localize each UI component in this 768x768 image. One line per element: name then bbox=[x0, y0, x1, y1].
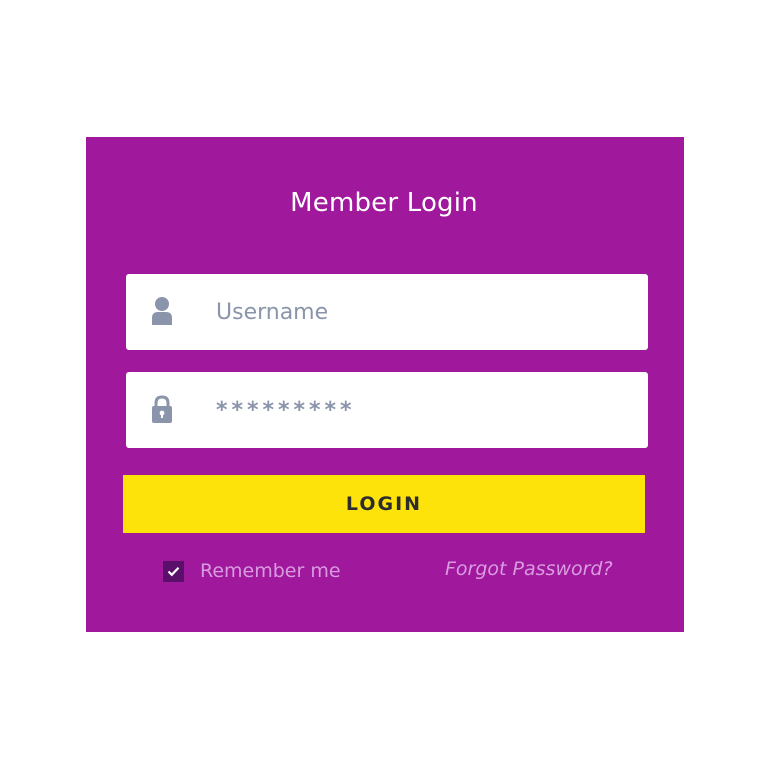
username-field[interactable] bbox=[126, 274, 648, 350]
remember-me-checkbox[interactable] bbox=[163, 560, 184, 582]
remember-me-toggle[interactable]: Remember me bbox=[163, 560, 341, 582]
password-input[interactable] bbox=[216, 372, 626, 448]
check-icon bbox=[167, 566, 180, 576]
remember-me-label: Remember me bbox=[200, 560, 341, 582]
username-input[interactable] bbox=[216, 274, 626, 350]
password-field[interactable] bbox=[126, 372, 648, 448]
login-button[interactable]: LOGIN bbox=[123, 475, 645, 533]
user-icon bbox=[150, 296, 174, 326]
forgot-password-link[interactable]: Forgot Password? bbox=[445, 558, 613, 580]
lock-icon bbox=[150, 394, 174, 424]
page-title: Member Login bbox=[290, 188, 478, 218]
